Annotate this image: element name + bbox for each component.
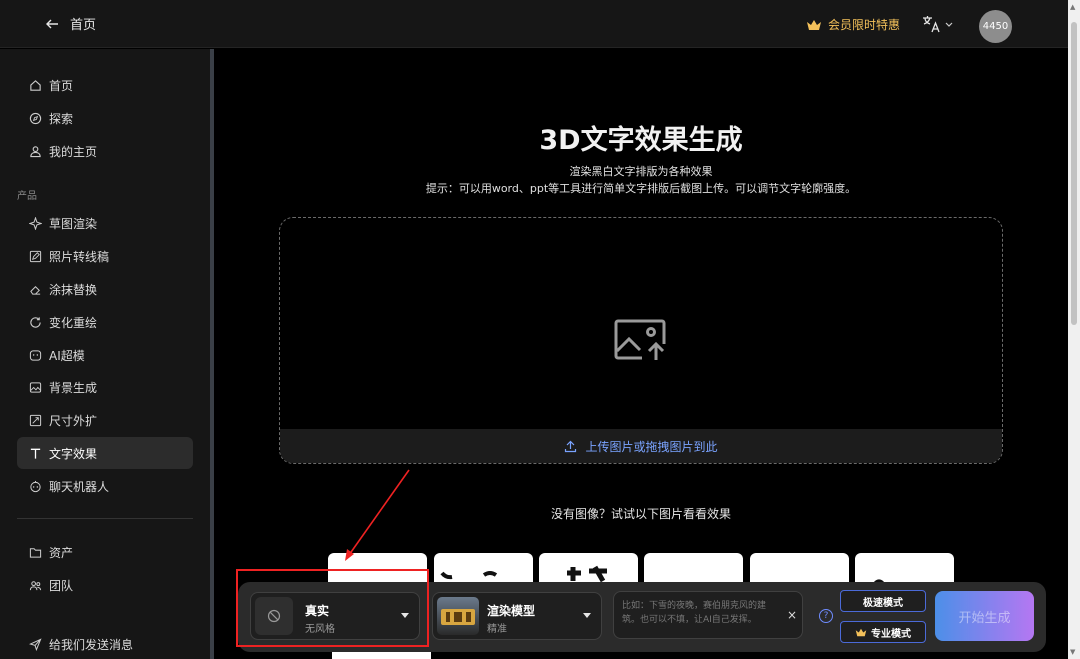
chevron-down-icon	[945, 22, 953, 27]
model-name: 渲染模型	[487, 604, 536, 618]
back-home-link[interactable]: 首页	[44, 14, 96, 33]
eraser-icon	[30, 285, 41, 295]
expand-icon	[29, 414, 42, 426]
sidebar-item-label: 首页	[49, 78, 74, 93]
annotation-highlight-box	[236, 569, 429, 647]
page-title: 3D文字效果生成	[539, 125, 743, 156]
upload-button[interactable]: 上传图片或拖拽图片到此	[280, 429, 1002, 463]
face-icon	[29, 349, 42, 361]
sidebar-item-background-gen[interactable]: 背景生成	[17, 371, 193, 403]
sidebar-section-products: 产品	[17, 191, 37, 202]
sidebar-item-smear-replace[interactable]: 涂抹替换	[17, 273, 193, 305]
arrow-left-icon	[46, 19, 58, 28]
scrollbar-thumb[interactable]	[1071, 22, 1077, 325]
fast-mode-button[interactable]: 极速模式	[840, 590, 926, 612]
sidebar-item-send-message[interactable]: 给我们发送消息	[17, 628, 193, 659]
sidebar-item-chatbot[interactable]: 聊天机器人	[17, 470, 193, 502]
refresh-icon	[30, 316, 41, 328]
sidebar-item-label: 文字效果	[49, 446, 98, 461]
translate-icon	[923, 16, 940, 33]
language-switch[interactable]	[921, 14, 953, 34]
prompt-input-box: ×	[613, 591, 803, 639]
model-select[interactable]: 渲染模型 精准	[432, 592, 602, 640]
back-label: 首页	[70, 18, 97, 33]
bot-icon	[30, 480, 41, 492]
pro-mode-label: 专业模式	[871, 628, 911, 640]
sidebar-item-assets[interactable]: 资产	[17, 536, 193, 568]
scroll-down-icon[interactable]: ▼	[1070, 648, 1075, 656]
team-icon	[29, 580, 42, 590]
sidebar-item-text-effect[interactable]: 文字效果	[17, 437, 193, 469]
home-icon	[30, 79, 41, 91]
sparkle-icon	[29, 216, 42, 230]
sidebar-item-label: 涂抹替换	[49, 282, 98, 297]
model-thumbnail-image	[437, 597, 479, 635]
help-icon[interactable]: ?	[819, 609, 833, 623]
sidebar-item-ai-model[interactable]: AI超模	[17, 339, 193, 371]
pencil-icon	[29, 250, 42, 262]
upload-label: 上传图片或拖拽图片到此	[585, 439, 718, 454]
sidebar-item-label: 探索	[49, 111, 74, 126]
model-subtitle: 精准	[487, 624, 507, 635]
sidebar-item-label: 照片转线稿	[49, 249, 110, 264]
scroll-up-icon[interactable]: ▲	[1070, 3, 1075, 11]
sidebar-item-label: 草图渲染	[49, 216, 98, 231]
sidebar-item-photo-to-lineart[interactable]: 照片转线稿	[17, 240, 193, 272]
upload-dropzone[interactable]: 上传图片或拖拽图片到此	[279, 217, 1003, 464]
folder-icon	[29, 547, 42, 558]
send-icon	[29, 637, 42, 651]
image-icon	[29, 381, 42, 393]
page-hint: 提示：可以用word、ppt等工具进行简单文字排版后截图上传。可以调节文字轮廓强…	[425, 182, 857, 195]
model-thumbnail	[437, 597, 479, 635]
sidebar-divider-line	[17, 518, 193, 519]
crown-icon	[807, 19, 821, 30]
prompt-input[interactable]	[622, 599, 782, 635]
text-icon	[30, 448, 41, 459]
promo-label: 会员限时特惠	[828, 18, 901, 32]
sidebar-item-home[interactable]: 首页	[17, 69, 193, 101]
sidebar-item-label: 团队	[49, 578, 74, 593]
sidebar-item-label: AI超模	[49, 348, 85, 363]
avatar[interactable]: 4450	[979, 10, 1012, 43]
sidebar-item-label: 我的主页	[49, 144, 98, 159]
top-bar: 首页 会员限时特惠 4450	[0, 0, 1068, 48]
sidebar-item-label: 聊天机器人	[49, 479, 110, 494]
image-upload-icon	[614, 319, 666, 360]
pro-mode-button[interactable]: 专业模式	[840, 621, 926, 643]
sidebar-item-profile[interactable]: 我的主页	[17, 135, 193, 167]
sidebar-item-outpaint[interactable]: 尺寸外扩	[17, 404, 193, 436]
fast-mode-label: 极速模式	[863, 597, 903, 609]
sidebar-item-sketch-render[interactable]: 草图渲染	[17, 207, 193, 239]
sidebar-item-label: 变化重绘	[49, 315, 98, 330]
sidebar-item-label: 给我们发送消息	[49, 637, 134, 652]
sidebar-item-label: 尺寸外扩	[49, 413, 98, 428]
chevron-down-icon	[583, 613, 591, 618]
crown-icon	[855, 628, 867, 636]
clear-icon[interactable]: ×	[787, 608, 797, 622]
page-scrollbar[interactable]: ▲ ▼	[1068, 0, 1080, 659]
sidebar-item-label: 资产	[49, 545, 74, 560]
sidebar-item-label: 背景生成	[49, 380, 98, 395]
samples-caption: 没有图像？试试以下图片看看效果	[550, 507, 731, 521]
sidebar-item-variation-redraw[interactable]: 变化重绘	[17, 306, 193, 338]
upload-icon	[565, 440, 577, 452]
page-subtitle: 渲染黑白文字排版为各种效果	[569, 165, 713, 178]
start-generate-button[interactable]: 开始生成	[935, 591, 1034, 641]
member-promo-link[interactable]: 会员限时特惠	[806, 16, 900, 33]
sidebar-item-explore[interactable]: 探索	[17, 102, 193, 134]
compass-icon	[29, 112, 42, 124]
sidebar-item-team[interactable]: 团队	[17, 569, 193, 601]
user-icon	[30, 145, 41, 157]
